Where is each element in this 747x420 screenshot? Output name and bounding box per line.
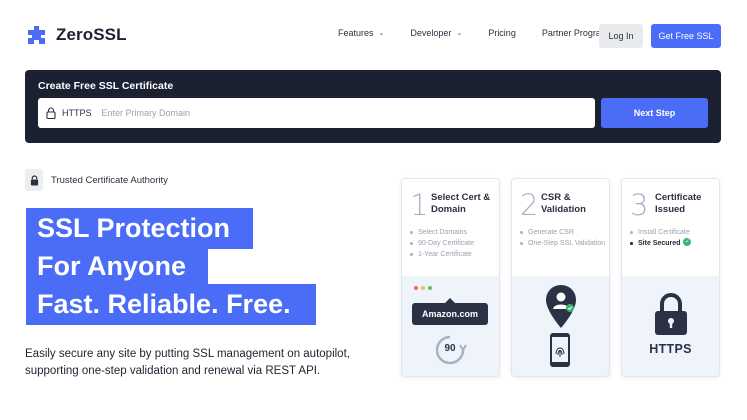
step-card-head: 1 Select Cert & Domain Select Domains 90…	[402, 179, 499, 276]
login-button[interactable]: Log In	[599, 24, 643, 48]
nav-developer-label: Developer	[410, 28, 452, 38]
padlock-icon	[655, 293, 687, 335]
step-bullets: Select Domains 90-Day Certificate 1-Year…	[410, 227, 498, 260]
hero-headline-1: SSL Protection	[26, 208, 253, 249]
create-title: Create Free SSL Certificate	[38, 80, 174, 92]
trusted-badge	[25, 169, 43, 191]
step-bullet: Generate CSR	[520, 227, 608, 238]
get-free-ssl-button[interactable]: Get Free SSL	[651, 24, 721, 48]
step-bullet: 90-Day Certificate	[410, 238, 498, 249]
step-card-head: 3 Certificate Issued Install Certificate…	[622, 179, 719, 276]
step-card-3: 3 Certificate Issued Install Certificate…	[621, 178, 720, 377]
hero-headline-2: For Anyone	[26, 246, 208, 287]
domain-pill: Amazon.com	[412, 298, 488, 325]
lock-icon	[46, 107, 56, 119]
trusted-text: Trusted Certificate Authority	[51, 174, 168, 186]
window-dots-icon	[414, 286, 435, 290]
step-bullet: Install Certificate	[630, 227, 718, 238]
step-bullets: Install Certificate Site Secured ✓	[630, 227, 718, 249]
step-illustration	[512, 276, 609, 376]
https-label: HTTPS	[649, 342, 692, 356]
hero-description: Easily secure any site by putting SSL ma…	[25, 348, 350, 377]
step-illustration: HTTPS	[622, 276, 719, 376]
step-card-2: 2 CSR & Validation Generate CSR One-Step…	[511, 178, 610, 377]
step-title: Select Cert & Domain	[431, 192, 491, 215]
step-number: 2	[520, 188, 539, 222]
step-bullet: One-Step SSL Validation	[520, 238, 608, 249]
hero-headline-3: Fast. Reliable. Free.	[26, 284, 316, 325]
trusted-badge-row: Trusted Certificate Authority	[25, 169, 168, 191]
protocol-label: HTTPS	[62, 108, 92, 118]
step-title: Certificate Issued	[655, 192, 702, 215]
nav-developer[interactable]: Developer ⌄	[410, 28, 462, 38]
step-number: 1	[410, 188, 429, 222]
step-bullets: Generate CSR One-Step SSL Validation	[520, 227, 608, 249]
next-step-button[interactable]: Next Step	[601, 98, 708, 128]
step-illustration: Amazon.com 90	[402, 276, 499, 376]
check-icon: ✓	[683, 238, 692, 246]
step-bullet: Select Domains	[410, 227, 498, 238]
domain-field[interactable]: HTTPS	[38, 98, 595, 128]
nav-links: Features ⌄ Developer ⌄ Pricing Partner Pro…	[338, 28, 608, 38]
gauge-value: 90	[444, 343, 456, 354]
create-certificate-panel: Create Free SSL Certificate HTTPS Next S…	[25, 70, 721, 143]
nav-pricing[interactable]: Pricing	[488, 28, 516, 38]
puzzle-logo-icon	[28, 26, 45, 44]
step-bullet: 1-Year Certificate	[410, 249, 498, 260]
top-nav: ZeroSSL Features ⌄ Developer ⌄ Pricing Par…	[0, 0, 747, 70]
brand-name: ZeroSSL	[56, 25, 127, 44]
step-card-head: 2 CSR & Validation Generate CSR One-Step…	[512, 179, 609, 276]
domain-input[interactable]	[101, 108, 522, 118]
fingerprint-phone-icon	[550, 333, 570, 367]
nav-features[interactable]: Features ⌄	[338, 28, 384, 38]
step-bullet: Site Secured ✓	[630, 238, 718, 249]
step-card-1: 1 Select Cert & Domain Select Domains 90…	[401, 178, 500, 377]
logo[interactable]: ZeroSSL	[26, 24, 127, 46]
chevron-down-icon: ⌄	[456, 30, 463, 37]
step-number: 3	[630, 188, 649, 222]
nav-features-label: Features	[338, 28, 374, 38]
user-pin-icon	[546, 285, 576, 328]
chevron-down-icon: ⌄	[378, 30, 385, 37]
step-title: CSR & Validation	[541, 192, 586, 215]
lock-icon	[30, 174, 38, 185]
